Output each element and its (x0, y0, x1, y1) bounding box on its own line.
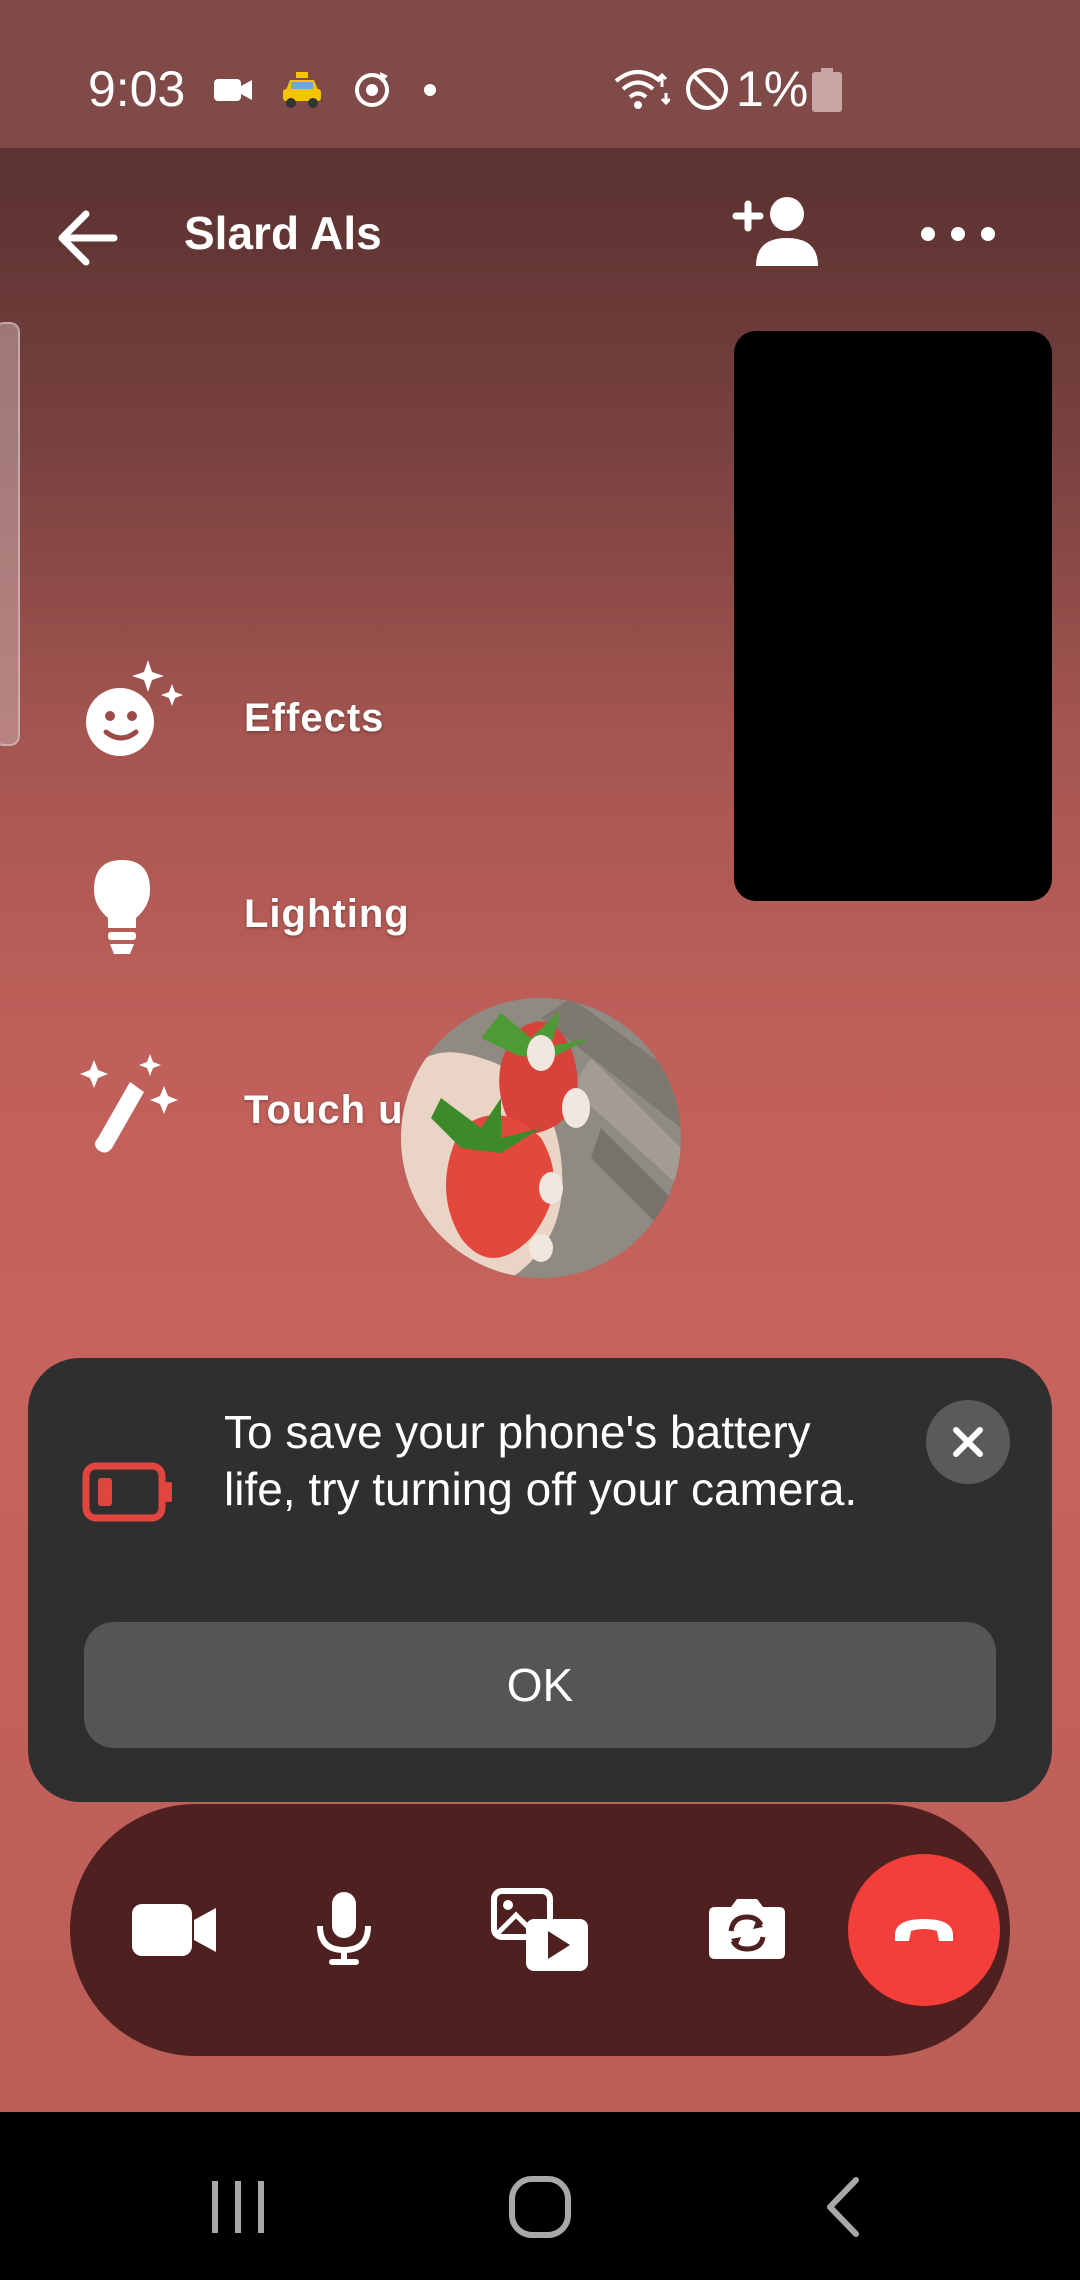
battery-saver-banner: To save your phone's battery life, try t… (28, 1358, 1052, 1802)
smiley-sparkle-icon (86, 660, 183, 756)
dot-icon (424, 84, 436, 96)
effects-option[interactable]: Effects (80, 660, 600, 780)
add-person-icon (732, 197, 818, 266)
battery-saver-message: To save your phone's battery life, try t… (224, 1406, 858, 1515)
microphone-icon (317, 1892, 371, 1965)
back-arrow-icon (58, 210, 118, 266)
recent-apps-icon (212, 2181, 264, 2233)
wifi-icon (614, 70, 670, 109)
chevron-left-icon (827, 2177, 859, 2237)
close-icon (953, 1427, 983, 1457)
mute-button[interactable] (284, 1864, 404, 1994)
lightbulb-icon (94, 860, 150, 954)
system-back-button[interactable] (782, 2152, 902, 2262)
more-dots-icon (921, 227, 995, 241)
flip-camera-icon (709, 1899, 785, 1959)
battery-icon (812, 68, 842, 112)
self-camera-preview[interactable] (734, 331, 1052, 901)
home-icon (509, 2176, 571, 2238)
lighting-option[interactable]: Lighting (80, 856, 600, 976)
side-panel-handle[interactable] (0, 322, 20, 746)
low-battery-icon (82, 1462, 172, 1522)
ok-button[interactable]: OK (84, 1622, 996, 1748)
video-toggle-button[interactable] (110, 1870, 240, 1990)
media-share-icon (491, 1888, 588, 1971)
lighting-label: Lighting (244, 892, 410, 936)
contact-name: Slard Als (184, 207, 382, 259)
more-options-button[interactable] (918, 204, 998, 264)
close-banner-button[interactable] (926, 1400, 1010, 1484)
end-call-icon (895, 1919, 953, 1941)
flip-camera-button[interactable] (682, 1864, 812, 1994)
status-bar: 9:03 1% (0, 0, 1080, 148)
call-controls-bar (70, 1804, 1010, 2056)
contact-avatar (401, 998, 681, 1278)
status-icons-left (214, 68, 440, 112)
home-button[interactable] (480, 2152, 600, 2262)
taxi-icon (283, 72, 321, 108)
call-header: Slard Als (0, 148, 1080, 308)
effects-label: Effects (244, 696, 385, 740)
recent-apps-button[interactable] (178, 2152, 298, 2262)
magic-wand-icon (80, 1054, 178, 1153)
share-media-button[interactable] (480, 1860, 600, 2000)
back-button[interactable] (50, 198, 130, 278)
status-time: 9:03 (88, 61, 186, 117)
video-icon (132, 1904, 216, 1956)
system-nav-bar (0, 2112, 1080, 2280)
add-person-button[interactable] (732, 194, 822, 274)
do-not-disturb-icon (686, 68, 728, 110)
battery-percent: 1% (736, 61, 809, 117)
video-camera-icon (214, 79, 252, 101)
sync-icon (355, 72, 389, 107)
end-call-button[interactable] (848, 1854, 1000, 2006)
